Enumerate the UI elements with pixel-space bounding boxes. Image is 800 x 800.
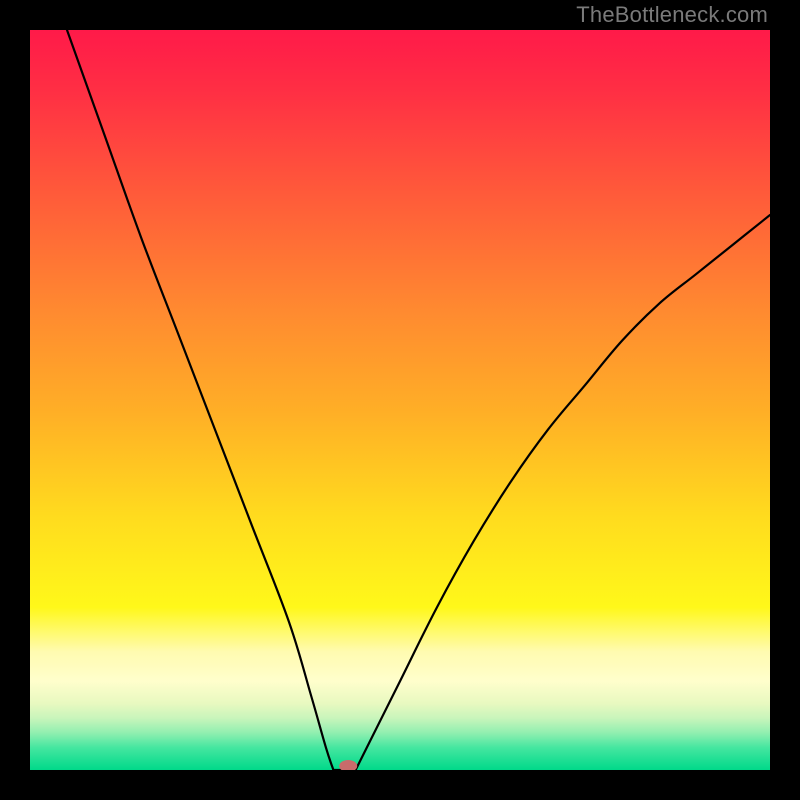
plot-svg [30,30,770,770]
curve-right [356,215,770,770]
plot-area [30,30,770,770]
watermark-text: TheBottleneck.com [576,2,768,28]
chart-frame: TheBottleneck.com [0,0,800,800]
curve-left [67,30,333,770]
current-point-marker [339,760,357,770]
